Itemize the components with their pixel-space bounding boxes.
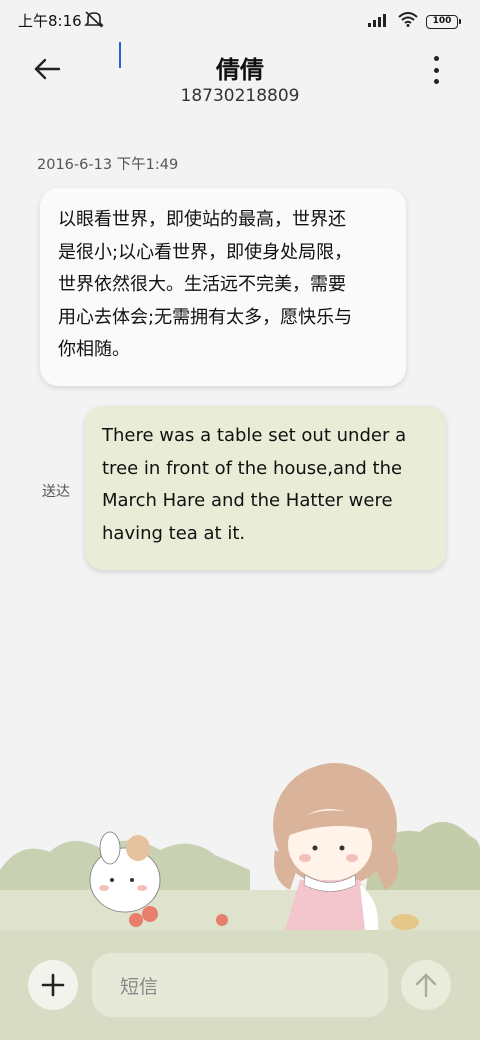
message-line: 你相随。: [58, 339, 130, 360]
status-time: 上午8:16: [18, 12, 82, 30]
incoming-message-bubble[interactable]: 以眼看世界，即使站的最高，世界还 是很小;以心看世界，即使身处局限， 世界依然很…: [40, 188, 406, 386]
more-dot: [433, 67, 439, 73]
message-line: having tea at it.: [102, 522, 246, 544]
message-line: There was a table set out under a: [102, 425, 407, 446]
more-vertical-icon: [433, 56, 439, 61]
battery-icon: 100: [426, 14, 461, 29]
status-indicators: 100: [368, 12, 461, 31]
message-line: 用心去体会;无需拥有太多，愿快乐与: [58, 306, 353, 328]
sms-input[interactable]: 短信: [92, 953, 388, 1017]
message-timestamp: 2016-6-13 下午1:49: [37, 157, 179, 173]
message-line: 以眼看世界，即使站的最高，世界还: [58, 209, 346, 230]
mute-icon: [84, 10, 104, 32]
text-caret: [119, 42, 121, 68]
wifi-icon: [398, 12, 418, 31]
more-options-button[interactable]: [430, 56, 442, 84]
message-line: 世界依然很大。生活远不完美，需要: [58, 274, 346, 295]
plus-icon: [41, 973, 65, 997]
message-line: tree in front of the house,and the: [102, 457, 403, 479]
status-bar: 上午8:16 100: [0, 0, 480, 40]
delivery-status: 送达: [42, 484, 70, 500]
more-dot: [433, 79, 439, 84]
add-attachment-button[interactable]: [28, 960, 78, 1010]
outgoing-message-bubble[interactable]: There was a table set out under a tree i…: [85, 406, 446, 570]
wallpaper-illustration: [0, 763, 480, 930]
conversation-header: 倩倩 18730218809: [0, 40, 480, 120]
sms-input-placeholder: 短信: [120, 975, 159, 998]
message-composer: 短信: [0, 930, 480, 1040]
message-line: March Hare and the Hatter were: [102, 490, 393, 511]
send-button[interactable]: [401, 960, 451, 1010]
message-line: 是很小;以心看世界，即使身处局限，: [58, 241, 353, 263]
contact-name: 倩倩: [216, 56, 264, 84]
signal-icon: [368, 12, 390, 31]
contact-number: 18730218809: [180, 86, 300, 106]
send-arrow-icon: [415, 973, 437, 998]
